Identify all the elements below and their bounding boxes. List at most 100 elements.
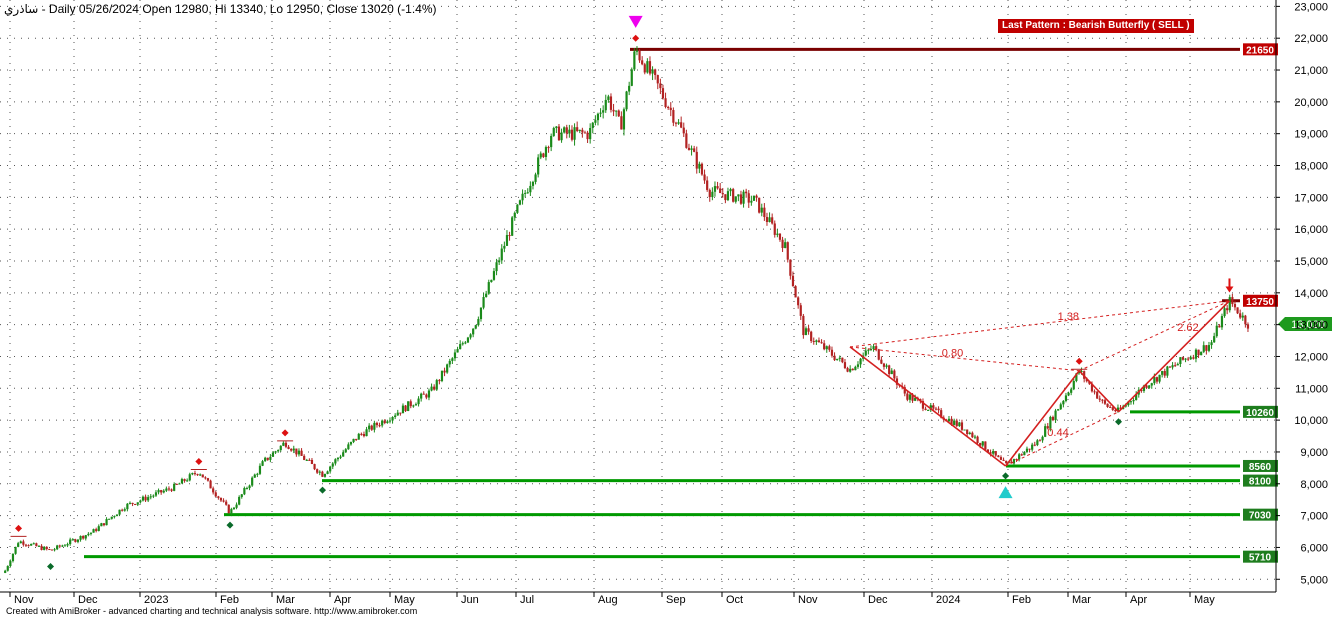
price-bar-body — [856, 364, 860, 367]
price-bar-body — [698, 163, 701, 169]
chart-canvas: 216501375010260856081007030571013,020 1.… — [0, 0, 1332, 606]
price-bar-body — [747, 193, 750, 203]
price-bar-body — [973, 436, 977, 438]
price-bar-body — [342, 452, 345, 457]
price-bar-body — [63, 545, 67, 547]
price-bar-body — [1192, 357, 1195, 359]
price-bar-body — [318, 471, 321, 473]
sell-signal-marker — [628, 15, 643, 28]
price-bars — [4, 46, 1250, 574]
x-tick-label: 2024 — [936, 594, 960, 606]
price-bar-body — [243, 488, 246, 495]
price-bar-body — [56, 545, 59, 550]
price-bar-body — [713, 186, 717, 192]
price-bar-body — [412, 405, 415, 407]
y-tick-label: 18,000 — [1294, 161, 1328, 173]
price-bar-body — [820, 342, 823, 344]
price-bar-body — [1200, 351, 1203, 356]
price-bar-body — [396, 412, 399, 416]
price-bar-body — [654, 69, 657, 76]
price-bar-body — [230, 509, 233, 514]
price-bar-body — [984, 441, 987, 450]
price-bar-body — [591, 122, 594, 128]
price-bar-body — [794, 286, 797, 298]
swing-low-marker — [226, 521, 234, 529]
price-bar-body — [321, 471, 324, 477]
price-bar-body — [456, 349, 459, 353]
price-bar-body — [24, 544, 28, 546]
price-bar-body — [326, 471, 329, 474]
price-bar-body — [357, 433, 360, 440]
pattern-ratio-line — [1079, 300, 1230, 372]
price-bar-body — [1150, 383, 1153, 386]
price-bar-body — [1023, 451, 1026, 456]
price-bar-body — [482, 297, 485, 308]
level-badge-label: 8560 — [1249, 462, 1272, 473]
price-bar-body — [1054, 410, 1057, 421]
price-bar-body — [1028, 448, 1031, 450]
price-bar-body — [269, 456, 272, 460]
price-bar-body — [732, 189, 735, 202]
price-bar-body — [313, 464, 316, 470]
price-bar-body — [365, 429, 368, 437]
price-bar-body — [383, 420, 386, 423]
price-bar-body — [110, 516, 113, 519]
price-bar-body — [180, 479, 184, 484]
price-bar-body — [6, 566, 9, 571]
price-bar-body — [641, 60, 644, 65]
price-bar-body — [607, 96, 610, 100]
price-bar-body — [690, 148, 693, 150]
y-tick-label: 5,000 — [1300, 574, 1328, 586]
price-bar-body — [100, 523, 103, 527]
price-bar-body — [825, 346, 828, 350]
pattern-ratio-label: 0.80 — [942, 347, 963, 359]
x-tick-label: Sep — [666, 594, 686, 606]
x-tick-label: Jul — [520, 594, 534, 606]
price-bar-body — [323, 473, 327, 477]
price-bar-body — [368, 425, 371, 430]
x-tick-label: Dec — [78, 594, 98, 606]
price-bar-body — [448, 360, 451, 365]
price-bar-body — [812, 340, 815, 342]
price-bar-body — [583, 132, 587, 134]
price-bar-body — [258, 465, 262, 474]
price-bar-body — [175, 483, 178, 485]
price-bar-body — [1153, 377, 1156, 384]
swing-high-marker — [281, 429, 289, 437]
price-bar-body — [113, 516, 116, 518]
price-bar-body — [729, 189, 732, 192]
price-bar-body — [443, 370, 446, 373]
price-bar-body — [646, 61, 649, 73]
y-tick-label: 17,000 — [1294, 192, 1328, 204]
swing-low-marker — [47, 563, 55, 571]
y-tick-label: 20,000 — [1294, 97, 1328, 109]
price-bar-body — [102, 523, 106, 526]
y-tick-label: 16,000 — [1294, 224, 1328, 236]
price-bar-body — [994, 451, 997, 456]
price-bar-body — [417, 398, 420, 405]
price-bar-body — [745, 191, 748, 194]
price-bar-body — [937, 408, 940, 411]
price-bar-body — [446, 364, 449, 373]
y-tick-label: 12,000 — [1294, 351, 1328, 363]
price-bar-body — [786, 242, 789, 260]
price-bar-body — [581, 129, 584, 133]
price-bar-body — [888, 365, 891, 375]
price-bar-body — [430, 386, 433, 391]
price-bar-body — [352, 438, 355, 442]
price-bar-body — [1148, 385, 1151, 388]
price-bar-body — [706, 180, 709, 190]
price-bar-body — [266, 457, 269, 460]
price-bar-body — [841, 357, 844, 363]
price-bar-body — [1025, 448, 1029, 452]
price-bar-body — [539, 153, 542, 158]
price-bar-body — [147, 497, 150, 501]
price-bar-body — [118, 509, 121, 515]
price-bar-body — [664, 98, 667, 107]
price-bar-body — [199, 474, 202, 476]
price-bar-body — [61, 545, 64, 547]
price-bar-body — [643, 64, 646, 73]
price-bar-body — [622, 109, 626, 130]
price-bar-body — [123, 509, 126, 511]
price-bar-body — [1220, 316, 1224, 328]
